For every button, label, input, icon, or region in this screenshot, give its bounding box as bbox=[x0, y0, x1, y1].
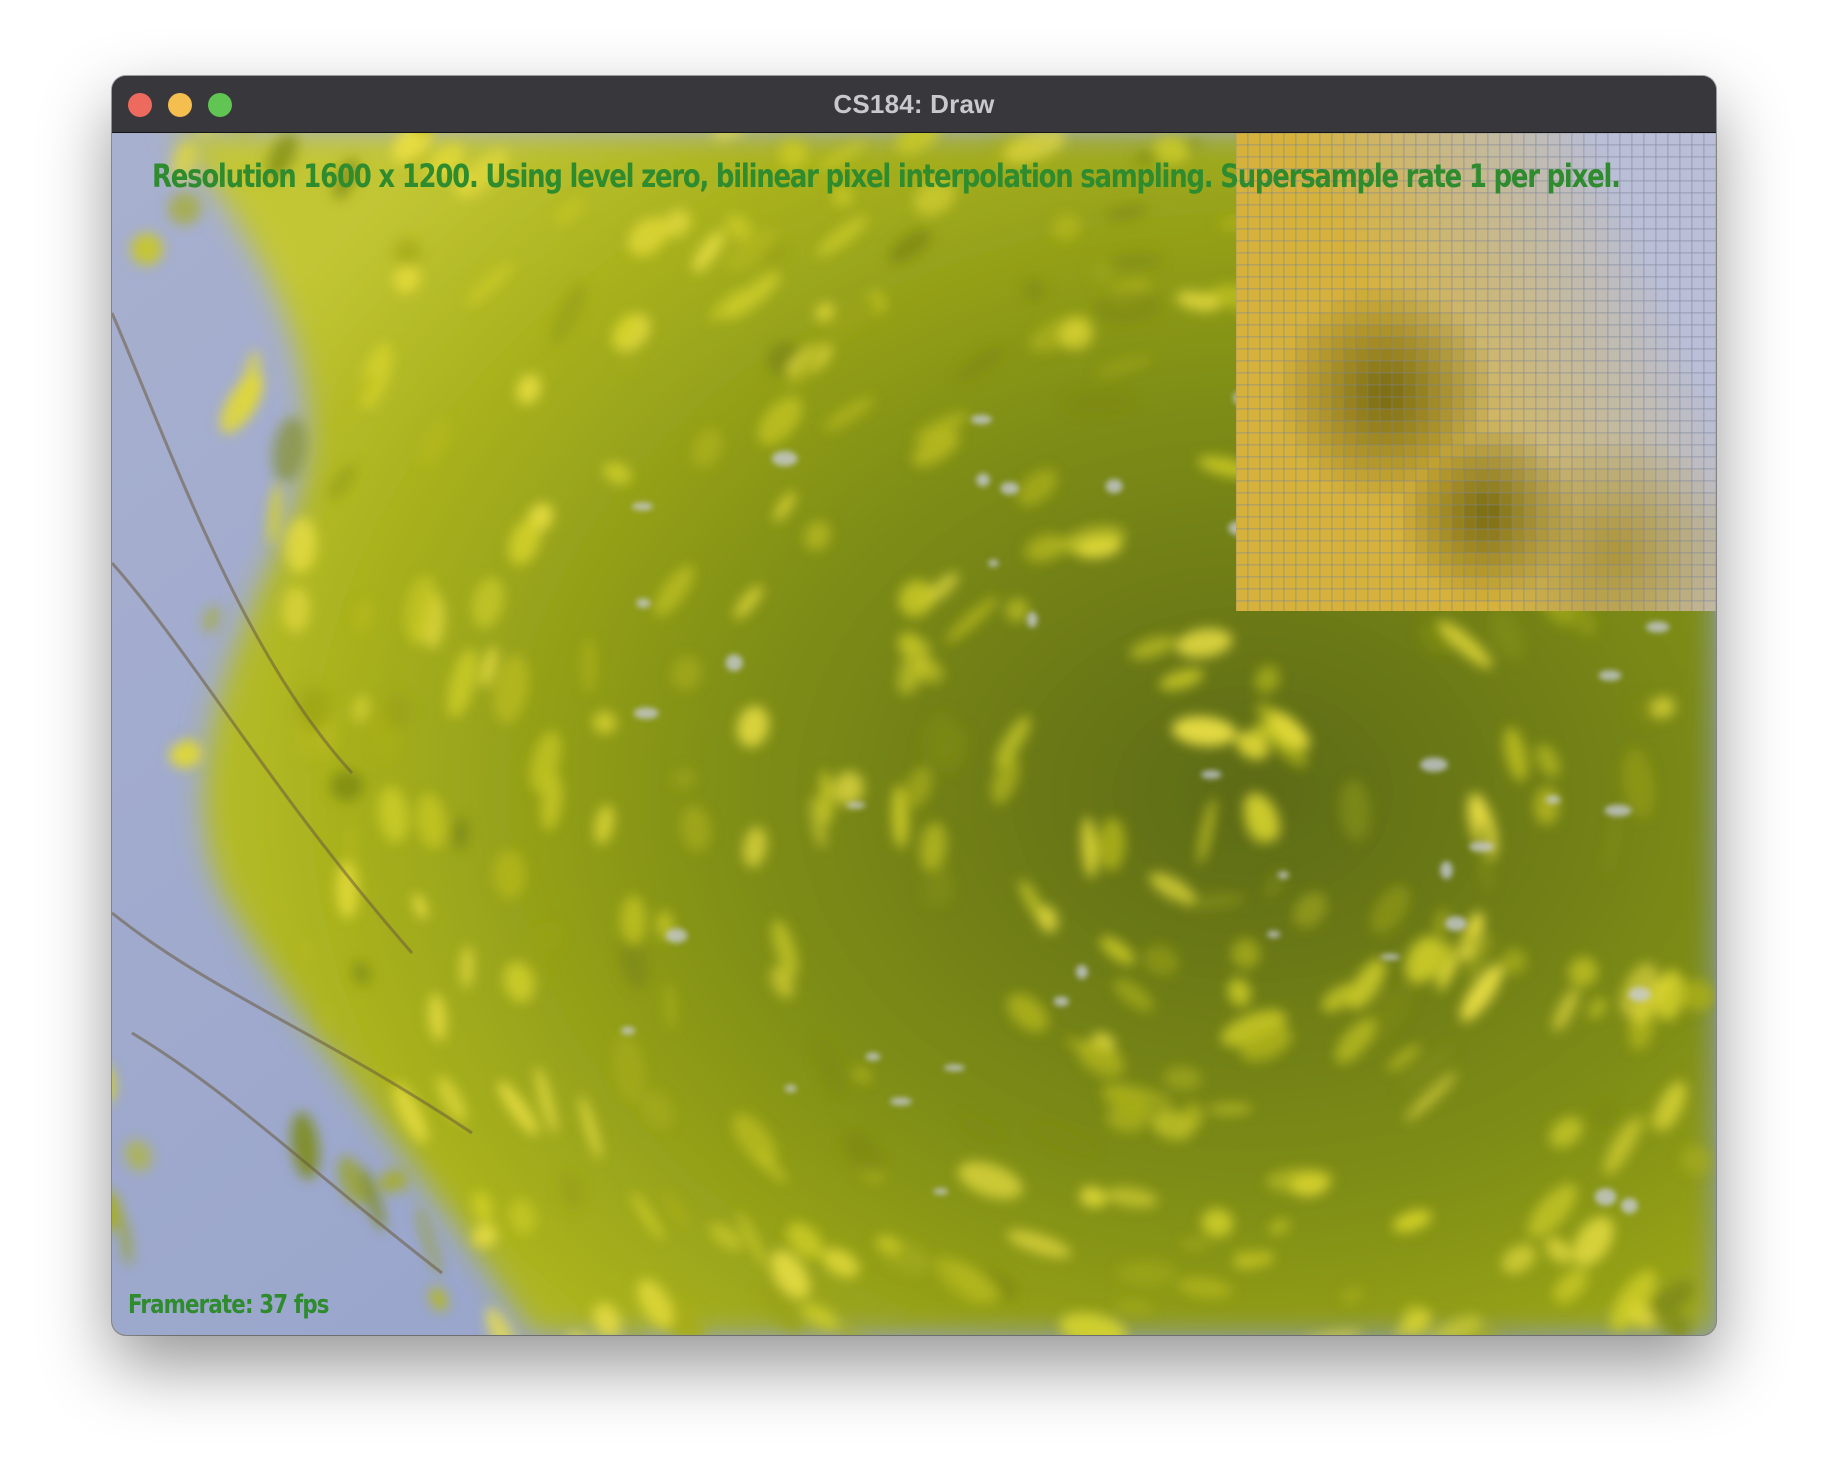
title-bar[interactable]: CS184: Draw bbox=[112, 76, 1716, 133]
framerate-text: Framerate: 37 fps bbox=[128, 1290, 329, 1320]
window-title: CS184: Draw bbox=[833, 89, 995, 119]
pixel-grid-inset bbox=[1236, 133, 1716, 611]
app-window: CS184: Draw Resolution 1600 x 1200. Usin… bbox=[112, 76, 1716, 1335]
draw-canvas[interactable]: Resolution 1600 x 1200. Using level zero… bbox=[112, 133, 1716, 1335]
render-status-text: Resolution 1600 x 1200. Using level zero… bbox=[152, 157, 1621, 195]
zoom-inset bbox=[1236, 133, 1716, 611]
